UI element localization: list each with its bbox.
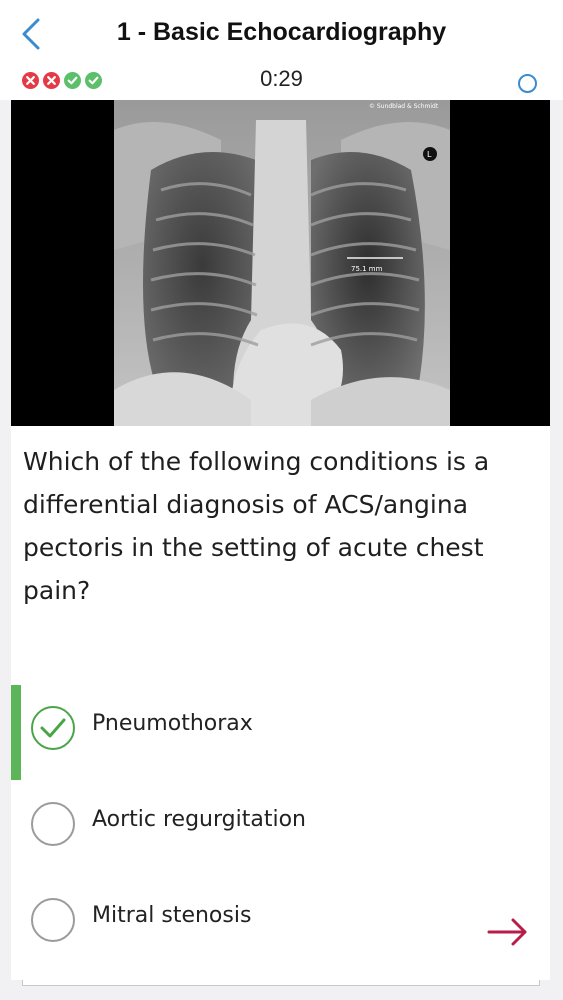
radio-unchecked[interactable] bbox=[31, 898, 75, 942]
arrow-right-icon bbox=[487, 918, 527, 946]
back-button[interactable] bbox=[14, 14, 54, 54]
chest-xray-image[interactable]: 75.1 mm © Sundblad & Schmidt L bbox=[11, 100, 550, 426]
answer-label: Pneumothorax bbox=[92, 711, 253, 736]
question-text: Which of the following conditions is a d… bbox=[23, 447, 490, 605]
menu-circle-icon[interactable] bbox=[518, 74, 537, 93]
side-marker: L bbox=[427, 150, 432, 159]
top-bar: 1 - Basic Echocardiography 0:29 bbox=[0, 0, 563, 100]
chevron-left-icon bbox=[22, 18, 40, 50]
radio-unchecked[interactable] bbox=[31, 802, 75, 846]
card-stack-edge bbox=[22, 980, 540, 986]
page-title: 1 - Basic Echocardiography bbox=[116, 18, 447, 46]
question-card: 75.1 mm © Sundblad & Schmidt L Which of … bbox=[11, 100, 550, 980]
answer-label: Aortic regurgitation bbox=[92, 807, 306, 832]
answer-label: Mitral stenosis bbox=[92, 903, 252, 928]
radio-checked[interactable] bbox=[31, 706, 75, 750]
check-icon bbox=[40, 718, 66, 738]
answer-option-mitral-stenosis[interactable]: Mitral stenosis bbox=[11, 877, 550, 967]
measurement-label: 75.1 mm bbox=[351, 265, 383, 273]
copyright-label: © Sundblad & Schmidt bbox=[369, 103, 439, 110]
answer-option-aortic-regurgitation[interactable]: Aortic regurgitation bbox=[11, 781, 550, 871]
answer-option-pneumothorax[interactable]: Pneumothorax bbox=[11, 685, 550, 780]
timer: 0:29 bbox=[260, 66, 303, 91]
correct-indicator-bar bbox=[11, 685, 21, 780]
next-button[interactable] bbox=[487, 916, 531, 948]
